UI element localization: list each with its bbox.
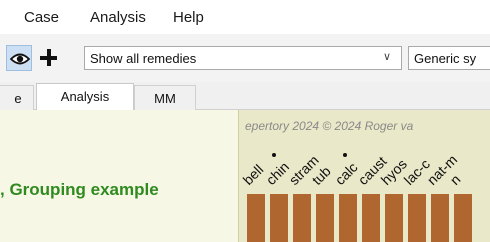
toolbar: Show all remedies ∨ Generic sy xyxy=(0,34,490,82)
remedy-column-header[interactable]: n xyxy=(447,171,464,188)
page-title: , Grouping example xyxy=(0,180,159,199)
remedy-marker-dot xyxy=(272,153,276,157)
tab-bar: e Analysis MM xyxy=(0,82,490,111)
remedy-grid: epertory 2024 © 2024 Roger va bell chin st… xyxy=(238,110,490,242)
tab-mm[interactable]: MM xyxy=(134,85,196,110)
remedy-marker-dot xyxy=(343,153,347,157)
chevron-down-icon: ∨ xyxy=(382,51,391,63)
remedy-filter-value: Show all remedies xyxy=(90,51,197,66)
remedy-filter-select[interactable]: Show all remedies ∨ xyxy=(84,46,402,70)
copyright-text: epertory 2024 © 2024 Roger va xyxy=(245,119,414,133)
analysis-left-pane: , Grouping example xyxy=(0,110,238,242)
menu-help[interactable]: Help xyxy=(173,9,204,26)
remedy-bar[interactable] xyxy=(316,194,334,242)
eye-icon xyxy=(10,53,30,65)
menu-bar: Case Analysis Help xyxy=(0,0,490,34)
remedy-bar[interactable] xyxy=(362,194,380,242)
tab-analysis[interactable]: Analysis xyxy=(36,83,134,111)
remedy-bar[interactable] xyxy=(454,194,472,242)
menu-case[interactable]: Case xyxy=(24,9,59,26)
show-remedies-toggle-button[interactable] xyxy=(6,45,32,71)
remedy-bar[interactable] xyxy=(339,194,357,242)
remedy-column-header[interactable]: bell xyxy=(240,161,267,188)
symptom-filter-select[interactable]: Generic sy xyxy=(408,46,490,70)
symptom-filter-value: Generic sy xyxy=(414,51,477,66)
remedy-bar[interactable] xyxy=(385,194,403,242)
remedy-bar[interactable] xyxy=(293,194,311,242)
remedy-bar[interactable] xyxy=(270,194,288,242)
tab-partial[interactable]: e xyxy=(0,85,34,110)
add-button[interactable] xyxy=(36,45,62,71)
remedy-bar[interactable] xyxy=(247,194,265,242)
remedy-bar[interactable] xyxy=(431,194,449,242)
menu-analysis[interactable]: Analysis xyxy=(90,9,146,26)
remedy-bar[interactable] xyxy=(408,194,426,242)
